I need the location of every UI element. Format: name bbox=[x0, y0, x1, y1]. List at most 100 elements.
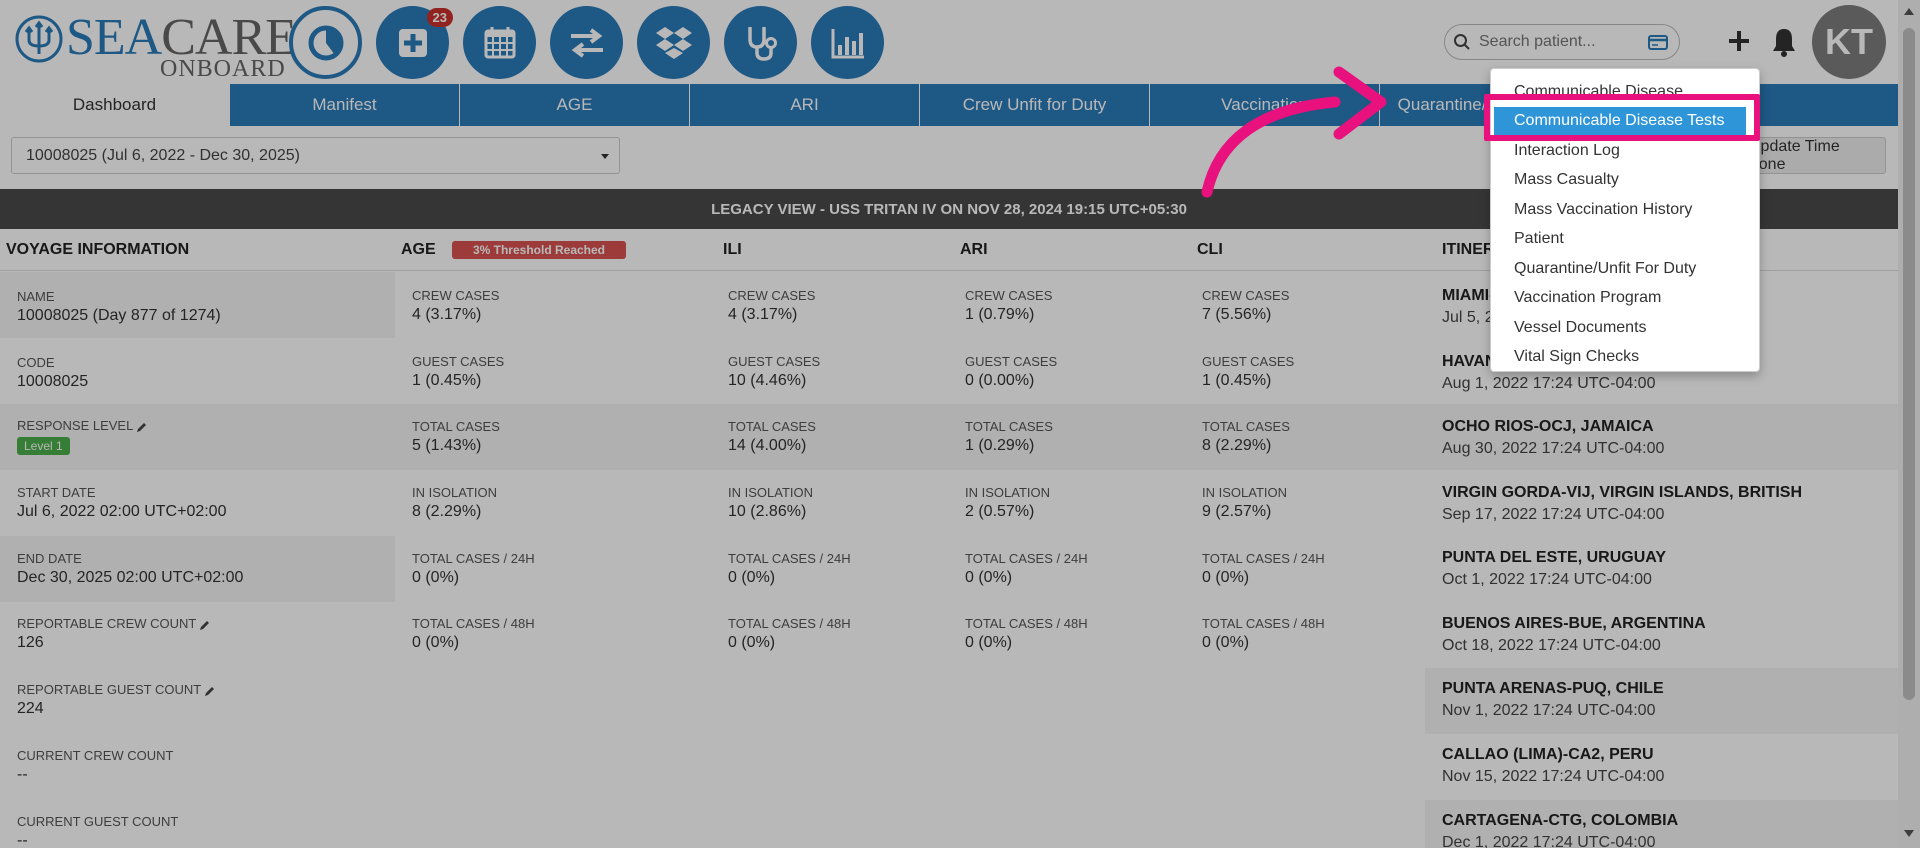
update-time-zone-button[interactable]: Update Time Zone bbox=[1748, 137, 1886, 174]
voyage-select[interactable]: 10008025 (Jul 6, 2022 - Dec 30, 2025) bbox=[11, 137, 620, 174]
menu-item-vital-sign-checks[interactable]: Vital Sign Checks bbox=[1491, 343, 1759, 373]
itinerary-stop: PUNTA ARENAS-PUQ, CHILE Nov 1, 2022 17:24… bbox=[1442, 680, 1664, 719]
pencil-icon[interactable] bbox=[204, 685, 216, 697]
medical-plus-icon bbox=[398, 28, 427, 57]
itinerary-stop: VIRGIN GORDA-VIJ, VIRGIN ISLANDS, BRITIS… bbox=[1442, 484, 1803, 523]
tab-age[interactable]: AGE bbox=[460, 84, 690, 126]
threshold-badge: 3% Threshold Reached bbox=[452, 241, 626, 259]
calendar-icon bbox=[484, 26, 515, 58]
menu-item-patient[interactable]: Patient bbox=[1491, 225, 1759, 255]
transfer-nav-button[interactable] bbox=[550, 6, 623, 79]
ari-heading: ARI bbox=[960, 241, 988, 258]
age-metric: GUEST CASES 1 (0.45%) bbox=[412, 354, 505, 389]
end-date-field: END DATE Dec 30, 2025 02:00 UTC+02:00 bbox=[17, 551, 244, 586]
age-metric: IN ISOLATION 8 (2.29%) bbox=[412, 485, 497, 520]
menu-item-vessel-documents[interactable]: Vessel Documents bbox=[1491, 313, 1759, 343]
response-level-field: RESPONSE LEVEL Level 1 bbox=[17, 418, 148, 455]
more-tabs-dropdown: Communicable Disease Communicable Diseas… bbox=[1490, 68, 1760, 372]
ari-metric: CREW CASES 1 (0.79%) bbox=[965, 288, 1053, 323]
ili-metric: GUEST CASES 10 (4.46%) bbox=[728, 354, 821, 389]
menu-item-communicable-disease[interactable]: Communicable Disease bbox=[1491, 77, 1759, 107]
ili-metric: CREW CASES 4 (3.17%) bbox=[728, 288, 816, 323]
cli-metric: IN ISOLATION 9 (2.57%) bbox=[1202, 485, 1287, 520]
menu-item-vaccination-program[interactable]: Vaccination Program bbox=[1491, 284, 1759, 314]
brand-subtitle: ONBOARD bbox=[160, 56, 286, 82]
reports-nav-button[interactable] bbox=[811, 6, 884, 79]
dropbox-icon bbox=[655, 26, 692, 59]
ari-metric: GUEST CASES 0 (0.00%) bbox=[965, 354, 1058, 389]
itinerary-stop: PUNTA DEL ESTE, URUGUAY Oct 1, 2022 17:24… bbox=[1442, 549, 1667, 588]
level-badge: Level 1 bbox=[17, 437, 70, 455]
scroll-up-icon[interactable] bbox=[1904, 8, 1914, 15]
age-metric: CREW CASES 4 (3.17%) bbox=[412, 288, 500, 323]
search-input[interactable] bbox=[1479, 33, 1649, 51]
voyage-info-heading: VOYAGE INFORMATION bbox=[6, 241, 190, 258]
dashboard-pie-icon bbox=[308, 25, 343, 60]
voyage-name-field: NAME 10008025 (Day 877 of 1274) bbox=[17, 289, 221, 324]
current-crew-count-field: CURRENT CREW COUNT -- bbox=[17, 748, 174, 783]
ari-metric: TOTAL CASES / 24H 0 (0%) bbox=[965, 551, 1088, 586]
caret-down-icon bbox=[601, 154, 609, 159]
start-date-field: START DATE Jul 6, 2022 02:00 UTC+02:00 bbox=[17, 485, 227, 520]
patient-search[interactable] bbox=[1444, 24, 1680, 60]
medical-nav-button[interactable] bbox=[724, 6, 797, 79]
scroll-thumb[interactable] bbox=[1903, 28, 1915, 700]
cli-heading: CLI bbox=[1197, 241, 1223, 258]
itinerary-stop: BUENOS AIRES-BUE, ARGENTINA Oct 18, 2022 … bbox=[1442, 615, 1706, 654]
tab-manifest[interactable]: Manifest bbox=[230, 84, 460, 126]
cli-metric: GUEST CASES 1 (0.45%) bbox=[1202, 354, 1295, 389]
current-guest-count-field: CURRENT GUEST COUNT -- bbox=[17, 814, 179, 848]
tab-dashboard[interactable]: Dashboard bbox=[0, 84, 230, 126]
itinerary-stop: CALLAO (LIMA)-CA2, PERU Nov 15, 2022 17:2… bbox=[1442, 746, 1665, 785]
voyage-select-value: 10008025 (Jul 6, 2022 - Dec 30, 2025) bbox=[26, 146, 300, 164]
age-metric: TOTAL CASES / 48H 0 (0%) bbox=[412, 616, 535, 651]
reportable-crew-count-field: REPORTABLE CREW COUNT 126 bbox=[17, 616, 211, 652]
reportable-guest-count-field: REPORTABLE GUEST COUNT 224 bbox=[17, 682, 216, 718]
tab-crew-unfit[interactable]: Crew Unfit for Duty bbox=[920, 84, 1150, 126]
ari-metric: IN ISOLATION 2 (0.57%) bbox=[965, 485, 1050, 520]
ari-metric: TOTAL CASES / 48H 0 (0%) bbox=[965, 616, 1088, 651]
tab-ari[interactable]: ARI bbox=[690, 84, 920, 126]
pencil-icon[interactable] bbox=[136, 421, 148, 433]
ili-heading: ILI bbox=[723, 241, 742, 258]
stethoscope-icon bbox=[747, 26, 777, 61]
ili-metric: TOTAL CASES 14 (4.00%) bbox=[728, 419, 816, 454]
main-nav-icons: 23 bbox=[289, 6, 884, 80]
cli-metric: TOTAL CASES / 24H 0 (0%) bbox=[1202, 551, 1325, 586]
voyage-code-field: CODE 10008025 bbox=[17, 355, 89, 390]
bar-chart-icon bbox=[831, 28, 864, 58]
cli-metric: TOTAL CASES 8 (2.29%) bbox=[1202, 419, 1290, 454]
menu-item-interaction-log[interactable]: Interaction Log bbox=[1491, 136, 1759, 166]
age-metric: TOTAL CASES 5 (1.43%) bbox=[412, 419, 500, 454]
pencil-icon[interactable] bbox=[199, 619, 211, 631]
age-heading: AGE bbox=[401, 241, 436, 258]
scroll-down-icon[interactable] bbox=[1904, 830, 1914, 837]
tab-vaccination[interactable]: Vaccination bbox=[1150, 84, 1380, 126]
menu-item-communicable-disease-tests[interactable]: Communicable Disease Tests bbox=[1494, 106, 1746, 136]
ili-metric: TOTAL CASES / 24H 0 (0%) bbox=[728, 551, 851, 586]
cli-metric: CREW CASES 7 (5.56%) bbox=[1202, 288, 1290, 323]
menu-item-quarantine[interactable]: Quarantine/Unfit For Duty bbox=[1491, 254, 1759, 284]
search-icon bbox=[1454, 34, 1470, 50]
menu-item-mass-casualty[interactable]: Mass Casualty bbox=[1491, 166, 1759, 196]
user-avatar[interactable]: KT bbox=[1812, 5, 1886, 79]
menu-item-mass-vaccination-history[interactable]: Mass Vaccination History bbox=[1491, 195, 1759, 225]
itinerary-stop: OCHO RIOS-OCJ, JAMAICA Aug 30, 2022 17:24… bbox=[1442, 418, 1665, 457]
new-encounter-nav-button[interactable]: 23 bbox=[376, 6, 453, 79]
itinerary-stop: CARTAGENA-CTG, COLOMBIA Dec 1, 2022 17:24… bbox=[1442, 812, 1679, 848]
bell-icon[interactable] bbox=[1770, 26, 1798, 58]
calendar-nav-button[interactable] bbox=[463, 6, 536, 79]
dropbox-nav-button[interactable] bbox=[637, 6, 710, 79]
age-metric: TOTAL CASES / 24H 0 (0%) bbox=[412, 551, 535, 586]
notification-count-badge: 23 bbox=[426, 8, 453, 27]
ari-metric: TOTAL CASES 1 (0.29%) bbox=[965, 419, 1053, 454]
dashboard-nav-button[interactable] bbox=[289, 6, 362, 79]
ili-metric: TOTAL CASES / 48H 0 (0%) bbox=[728, 616, 851, 651]
ili-metric: IN ISOLATION 10 (2.86%) bbox=[728, 485, 813, 520]
id-card-icon[interactable] bbox=[1647, 33, 1669, 51]
seacare-logo[interactable]: SEACARE ONBOARD bbox=[14, 10, 297, 82]
cli-metric: TOTAL CASES / 48H 0 (0%) bbox=[1202, 616, 1325, 651]
page-scrollbar[interactable] bbox=[1898, 0, 1920, 848]
transfer-icon bbox=[570, 27, 603, 58]
add-icon[interactable] bbox=[1724, 26, 1754, 56]
